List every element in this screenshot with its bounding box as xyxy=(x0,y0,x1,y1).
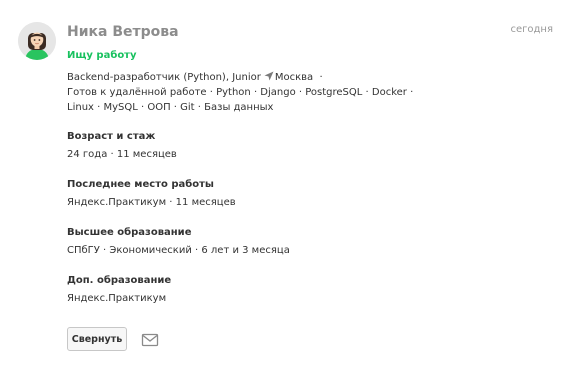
location-arrow-icon xyxy=(264,71,274,81)
collapse-button[interactable]: Свернуть xyxy=(67,327,127,351)
position-text: Backend-разработчик (Python), Junior xyxy=(67,72,261,83)
summary-line-2: Готов к удалённой работе · Python · Djan… xyxy=(67,87,414,98)
section-last-job: Последнее место работы Яндекс.Практикум … xyxy=(67,178,236,210)
section-age-experience: Возраст и стаж 24 года · 11 месяцев xyxy=(67,130,177,162)
resume-summary: Backend-разработчик (Python), Junior Моск… xyxy=(67,70,457,115)
post-date: сегодня xyxy=(510,24,554,35)
section-value: 24 года · 11 месяцев xyxy=(67,149,177,160)
section-extra-education: Доп. образование Яндекс.Практикум xyxy=(67,274,171,306)
separator: · xyxy=(319,72,323,83)
section-title: Последнее место работы xyxy=(67,179,214,190)
section-title: Доп. образование xyxy=(67,275,172,286)
candidate-name[interactable]: Ника Ветрова xyxy=(67,24,179,40)
section-value: СПбГУ · Экономический · 6 лет и 3 месяца xyxy=(67,245,290,256)
section-title: Возраст и стаж xyxy=(67,131,156,142)
mail-button[interactable] xyxy=(141,332,159,347)
section-title: Высшее образование xyxy=(67,227,192,238)
section-value: Яндекс.Практикум xyxy=(67,293,167,304)
envelope-icon xyxy=(141,333,159,347)
section-higher-education: Высшее образование СПбГУ · Экономический… xyxy=(67,226,290,258)
summary-line-3: Linux · MySQL · ООП · Git · Базы данных xyxy=(67,102,274,113)
summary-line-1: Backend-разработчик (Python), Junior Моск… xyxy=(67,70,457,85)
section-value: Яндекс.Практикум · 11 месяцев xyxy=(67,197,236,208)
woman-avatar-icon xyxy=(18,22,56,60)
avatar xyxy=(18,22,56,60)
job-search-status: Ищу работу xyxy=(67,50,137,61)
city-text: Москва xyxy=(274,72,314,83)
